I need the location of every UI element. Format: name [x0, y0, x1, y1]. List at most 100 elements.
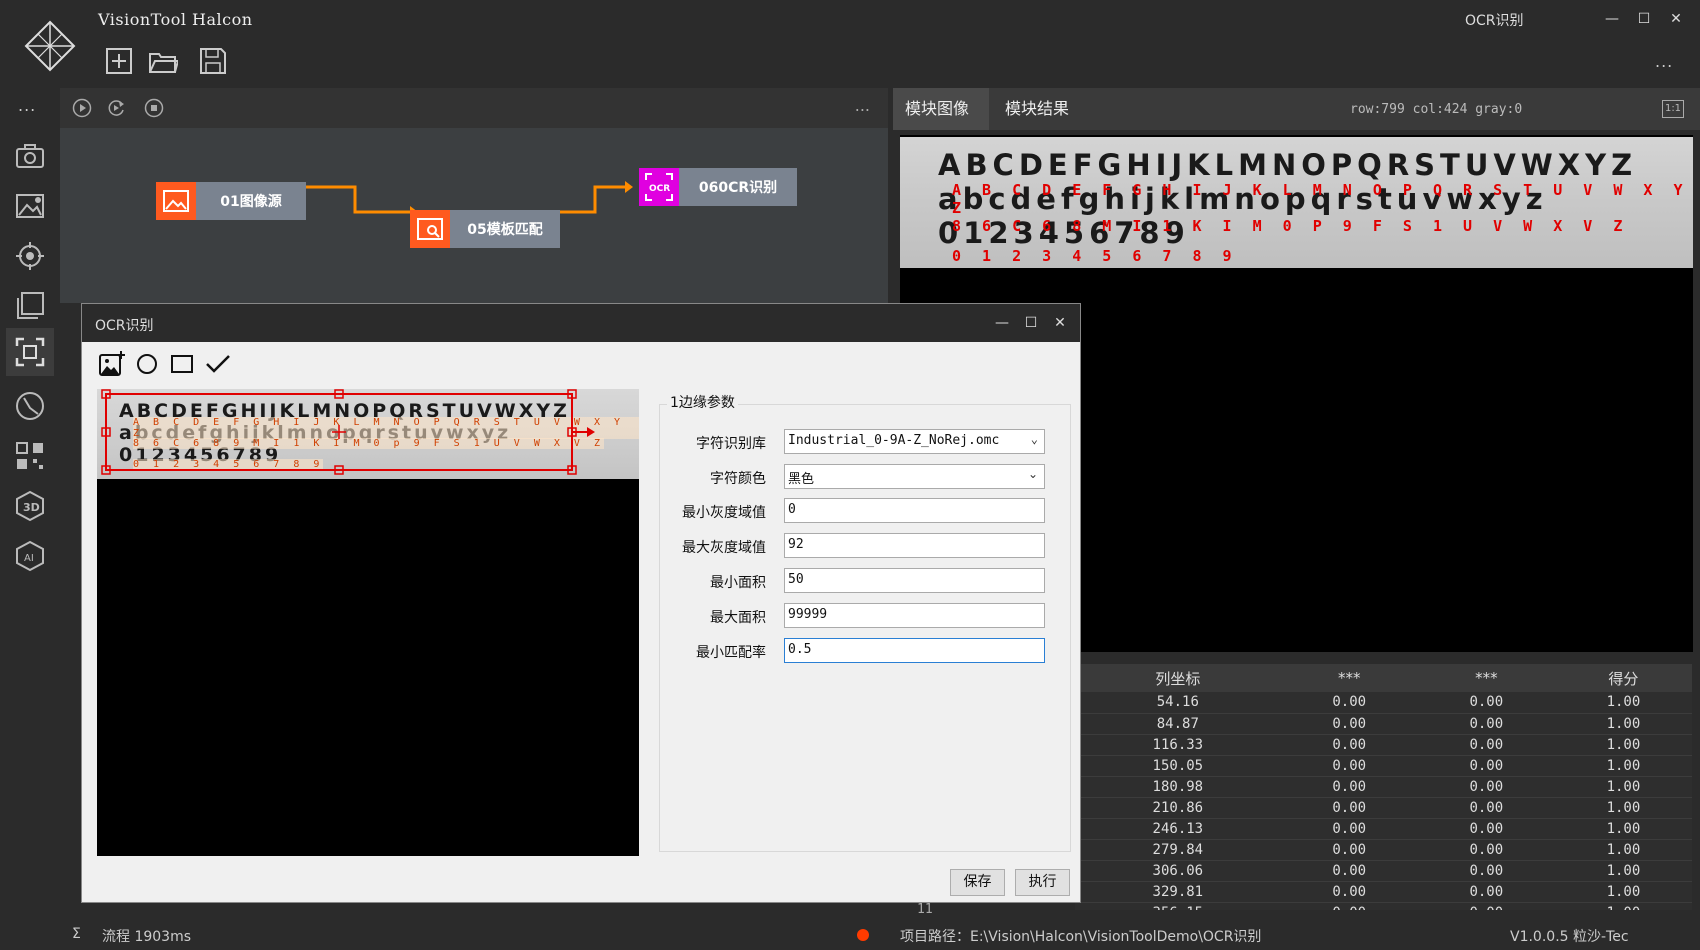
- table-cell: 180.98: [1075, 776, 1281, 798]
- table-cell: 54.16: [1075, 692, 1281, 714]
- table-row[interactable]: 150.05 0.00 0.00 1.00: [1075, 755, 1692, 777]
- dialog-title: OCR识别: [95, 318, 154, 334]
- image-settings-icon[interactable]: [14, 190, 46, 222]
- font-library-select[interactable]: Industrial_0-9A-Z_NoRej.omc ⌄: [784, 429, 1045, 454]
- col-header[interactable]: ***: [1417, 664, 1555, 692]
- flow-node-image-source[interactable]: 01图像源: [156, 182, 306, 220]
- col-header[interactable]: 列坐标: [1075, 664, 1281, 692]
- ocr-image: ABCDEFGHIJKLMNOPQRSTUVWXYZ abcdefghijklm…: [900, 137, 1693, 268]
- rectangle-roi-icon[interactable]: [168, 350, 196, 378]
- flow-node-ocr[interactable]: OCR 060CR识别: [639, 168, 797, 206]
- minimize-button[interactable]: —: [1600, 8, 1624, 30]
- table-cell: 0.00: [1417, 734, 1555, 756]
- table-cell: 279.84: [1075, 839, 1281, 861]
- more-menu-button[interactable]: ...: [1655, 52, 1673, 71]
- table-cell: 0.00: [1417, 902, 1555, 910]
- table-row[interactable]: 279.84 0.00 0.00 1.00: [1075, 839, 1692, 861]
- save-file-icon[interactable]: [198, 46, 228, 76]
- ocr-dialog: OCR识别 — ☐ ✕ ABCDEFGHIJKLMNOPQRSTUVWXYZ a…: [81, 303, 1081, 903]
- min-score-input[interactable]: 0.5: [784, 638, 1045, 663]
- add-image-icon[interactable]: [98, 350, 126, 378]
- max-area-input[interactable]: 99999: [784, 603, 1045, 628]
- close-button[interactable]: ✕: [1664, 8, 1688, 30]
- flow-canvas[interactable]: ... 01图像源 05模板匹配 OCR 060CR识别: [60, 88, 888, 303]
- table-cell: 0.00: [1280, 734, 1418, 756]
- max-gray-input[interactable]: 92: [784, 533, 1045, 558]
- maximize-button[interactable]: ☐: [1632, 8, 1656, 30]
- char-color-select[interactable]: 黑色 ⌄: [784, 464, 1045, 489]
- table-row[interactable]: 210.86 0.00 0.00 1.00: [1075, 797, 1692, 819]
- results-table[interactable]: 列坐标 *** *** 得分 54.16 0.00 0.00 1.00 84.87 0.0…: [1075, 664, 1692, 910]
- right-tab-bar: 模块图像 模块结果: [893, 88, 1700, 130]
- param-label: 字符识别库: [696, 436, 766, 452]
- flow-time: 流程 1903ms: [102, 929, 192, 945]
- param-label: 最大面积: [710, 610, 766, 626]
- table-cell: 0.00: [1280, 839, 1418, 861]
- table-row[interactable]: 356.150.000.001.00: [1075, 902, 1692, 910]
- param-row-max-area: 最大面积 99999: [659, 603, 1071, 629]
- status-bar: Σ 流程 1903ms 项目路径：E:\Vision\Halcon\Vision…: [60, 920, 1700, 950]
- layers-icon[interactable]: [14, 290, 46, 322]
- table-row[interactable]: 306.06 0.00 0.00 1.00: [1075, 860, 1692, 882]
- circle-roi-icon[interactable]: [133, 350, 161, 378]
- table-cell: 1.00: [1554, 692, 1692, 714]
- roi-rectangle[interactable]: [97, 389, 639, 484]
- open-folder-icon[interactable]: [148, 46, 178, 76]
- table-row[interactable]: 246.13 0.00 0.00 1.00: [1075, 818, 1692, 840]
- ocr-result-upper: A B C D E F G H I J K L M N O P Q R S T …: [952, 181, 1689, 217]
- param-row-color: 字符颜色 黑色 ⌄: [659, 464, 1071, 490]
- param-label: 最大灰度域值: [682, 540, 766, 556]
- table-cell: 0.00: [1417, 797, 1555, 819]
- left-sidebar: ... 3D AI: [0, 88, 60, 950]
- table-cell: 0.00: [1280, 692, 1418, 714]
- min-gray-input[interactable]: 0: [784, 498, 1045, 523]
- table-row[interactable]: 84.87 0.00 0.00 1.00: [1075, 713, 1692, 735]
- scan-frame-icon[interactable]: [14, 336, 46, 368]
- table-row[interactable]: 116.33 0.00 0.00 1.00: [1075, 734, 1692, 756]
- param-row-min-score: 最小匹配率 0.5: [659, 638, 1071, 664]
- run-button[interactable]: 执行: [1015, 869, 1070, 896]
- fit-to-window-button[interactable]: 1:1: [1662, 100, 1684, 118]
- ai-icon[interactable]: AI: [14, 540, 46, 572]
- measure-icon[interactable]: [14, 390, 46, 422]
- table-row[interactable]: 54.16 0.00 0.00 1.00: [1075, 692, 1692, 714]
- new-file-icon[interactable]: [104, 46, 134, 76]
- col-header[interactable]: ***: [1280, 664, 1418, 692]
- window-caption: OCR识别: [1465, 13, 1524, 29]
- table-row[interactable]: 180.98 0.00 0.00 1.00: [1075, 776, 1692, 798]
- tab-module-result[interactable]: 模块结果: [993, 88, 1089, 130]
- table-cell: 246.13: [1075, 818, 1281, 840]
- chevron-down-icon: ⌄: [1030, 432, 1038, 446]
- min-area-input[interactable]: 50: [784, 568, 1045, 593]
- param-row-library: 字符识别库 Industrial_0-9A-Z_NoRej.omc ⌄: [659, 429, 1071, 455]
- table-cell: 1.00: [1554, 881, 1692, 903]
- table-cell: 1.00: [1554, 902, 1692, 910]
- table-row[interactable]: 329.81 0.00 0.00 1.00: [1075, 881, 1692, 903]
- table-cell: 1.00: [1554, 776, 1692, 798]
- table-cell: 0.00: [1280, 755, 1418, 777]
- table-cell: 0.00: [1417, 839, 1555, 861]
- save-button[interactable]: 保存: [950, 869, 1005, 896]
- table-cell: 356.15: [1075, 902, 1281, 910]
- param-label: 最小匹配率: [696, 645, 766, 661]
- tab-module-image[interactable]: 模块图像: [893, 88, 989, 130]
- camera-icon[interactable]: [14, 140, 46, 172]
- table-cell: 0.00: [1280, 776, 1418, 798]
- 3d-icon[interactable]: 3D: [14, 490, 46, 522]
- flow-node-template-match[interactable]: 05模板匹配: [410, 210, 560, 248]
- confirm-check-icon[interactable]: [204, 350, 232, 378]
- status-indicator: [857, 929, 869, 941]
- dialog-image-view[interactable]: ABCDEFGHIJKLMNOPQRSTUVWXYZ abcdefghijklm…: [97, 389, 639, 856]
- app-logo-icon: [24, 20, 76, 72]
- table-cell: 1.00: [1554, 839, 1692, 861]
- image-icon: [156, 182, 196, 220]
- ocr-result-digits: 0 1 2 3 4 5 6 7 8 9: [952, 247, 1238, 265]
- sidebar-more[interactable]: ...: [18, 96, 36, 115]
- table-cell: 0.00: [1280, 881, 1418, 903]
- table-cell: 0.00: [1417, 713, 1555, 735]
- table-cell: 0.00: [1280, 902, 1418, 910]
- target-icon[interactable]: [14, 240, 46, 272]
- col-header[interactable]: 得分: [1554, 664, 1692, 692]
- qr-code-icon[interactable]: [14, 440, 46, 472]
- pixel-info: row:799 col:424 gray:0: [1350, 102, 1523, 117]
